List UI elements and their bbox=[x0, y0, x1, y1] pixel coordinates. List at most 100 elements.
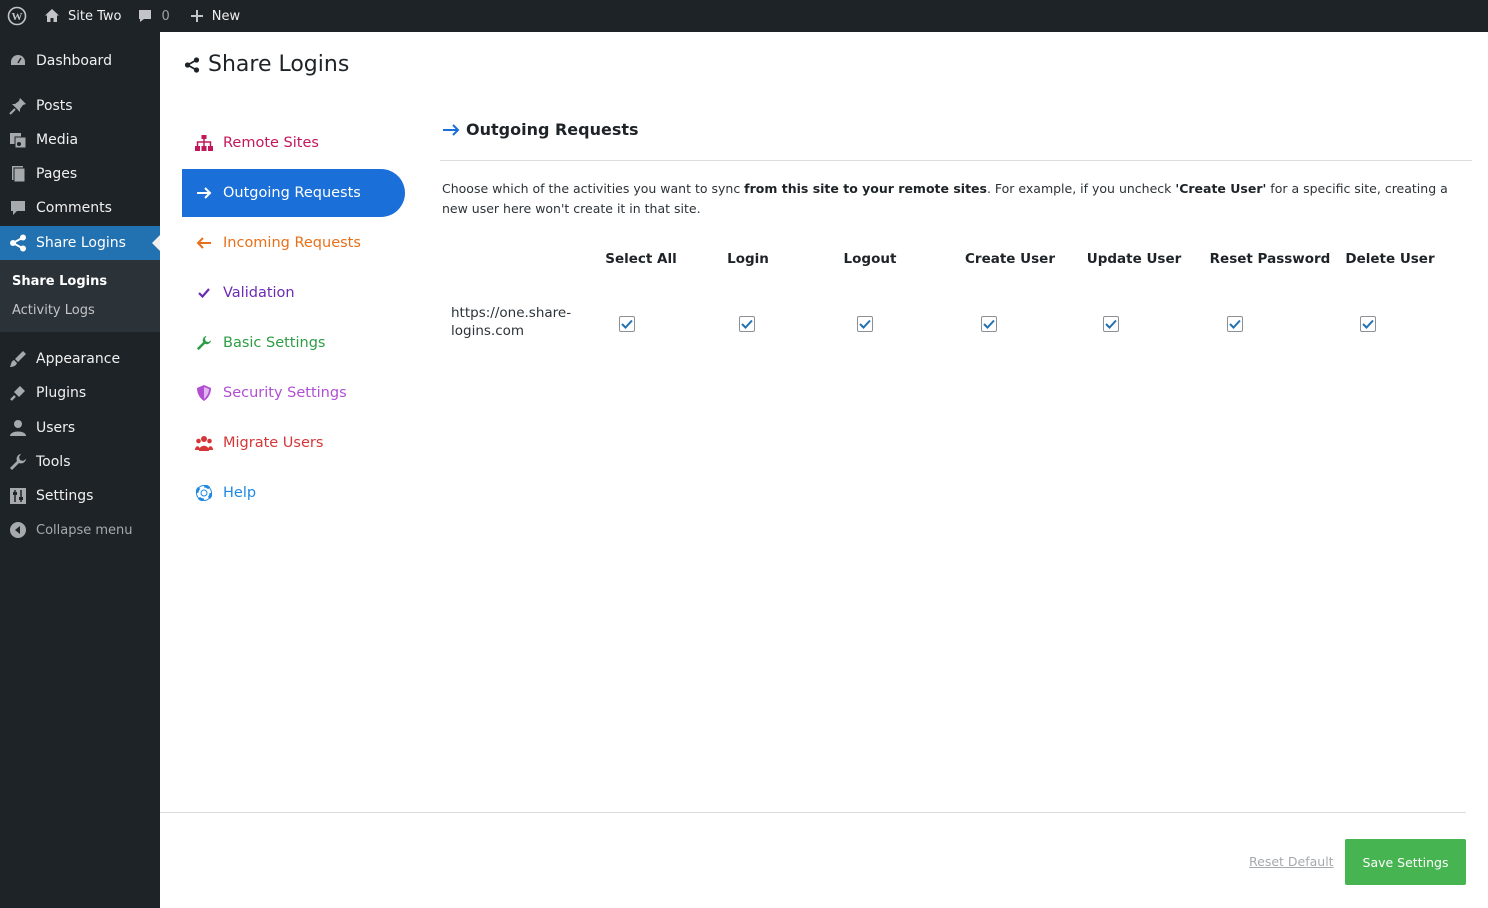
checkmark-icon bbox=[1105, 319, 1117, 329]
section-title-text: Outgoing Requests bbox=[466, 120, 639, 139]
tab-validation[interactable]: Validation bbox=[182, 269, 405, 317]
divider bbox=[440, 160, 1472, 161]
tab-security-settings[interactable]: Security Settings bbox=[182, 369, 405, 417]
wordpress-logo-icon[interactable]: W bbox=[0, 0, 34, 32]
column-header-select-all: Select All bbox=[605, 251, 677, 267]
checkmark-icon bbox=[1362, 319, 1374, 329]
wrench-icon bbox=[0, 453, 36, 471]
page-title-text: Share Logins bbox=[208, 52, 350, 77]
checkmark-icon bbox=[983, 319, 995, 329]
site-name-link[interactable]: Site Two bbox=[34, 0, 121, 32]
sidebar-item-dashboard[interactable]: Dashboard bbox=[0, 44, 160, 78]
footer-divider bbox=[160, 812, 1466, 813]
sidebar-item-appearance[interactable]: Appearance bbox=[0, 342, 160, 376]
sidebar-item-comments[interactable]: Comments bbox=[0, 191, 160, 225]
sidebar-item-label: Pages bbox=[36, 166, 78, 182]
checkbox-delete-user[interactable] bbox=[1360, 316, 1376, 332]
svg-text:W: W bbox=[12, 11, 23, 23]
arrow-left-icon bbox=[194, 236, 214, 250]
collapse-menu-label: Collapse menu bbox=[36, 522, 133, 538]
tab-help[interactable]: Help bbox=[182, 469, 405, 517]
check-icon bbox=[194, 287, 214, 299]
sidebar-item-label: Users bbox=[36, 420, 76, 436]
sidebar-item-label: Posts bbox=[36, 98, 73, 114]
media-icon bbox=[0, 131, 36, 149]
tab-label: Incoming Requests bbox=[223, 235, 361, 251]
plug-icon bbox=[0, 384, 36, 402]
remote-site-url: https://one.share-logins.com bbox=[451, 305, 572, 339]
tab-label: Help bbox=[223, 485, 257, 501]
main-content: Share Logins Remote Sites Outgoing Reque… bbox=[160, 32, 1488, 908]
sidebar-item-label: Settings bbox=[36, 488, 94, 504]
collapse-arrow-icon bbox=[0, 521, 36, 539]
sidebar-item-media[interactable]: Media bbox=[0, 123, 160, 157]
tab-incoming-requests[interactable]: Incoming Requests bbox=[182, 219, 405, 267]
description-bold-text: from this site to your remote sites bbox=[744, 181, 987, 196]
tab-label: Validation bbox=[223, 285, 295, 301]
checkbox-logout[interactable] bbox=[857, 316, 873, 332]
admin-bar: W Site Two 0 New bbox=[0, 0, 1488, 32]
submenu-item-share-logins[interactable]: Share Logins bbox=[12, 274, 107, 289]
sidebar-item-pages[interactable]: Pages bbox=[0, 157, 160, 191]
checkmark-icon bbox=[741, 319, 753, 329]
new-content-link[interactable]: New bbox=[170, 0, 240, 32]
tab-label: Migrate Users bbox=[223, 435, 324, 451]
checkbox-update-user[interactable] bbox=[1103, 316, 1119, 332]
column-header-logout: Logout bbox=[843, 251, 897, 267]
column-header-reset-password: Reset Password bbox=[1209, 251, 1331, 267]
sidebar-item-label: Share Logins bbox=[36, 235, 126, 251]
checkmark-icon bbox=[621, 319, 633, 329]
sidebar-item-users[interactable]: Users bbox=[0, 411, 160, 445]
share-icon bbox=[0, 234, 36, 252]
comments-count: 0 bbox=[161, 8, 170, 24]
column-header-update-user: Update User bbox=[1086, 251, 1182, 267]
tab-label: Security Settings bbox=[223, 385, 347, 401]
arrow-right-icon bbox=[443, 123, 460, 136]
pin-icon bbox=[0, 97, 36, 115]
tab-migrate-users[interactable]: Migrate Users bbox=[182, 419, 405, 467]
reset-default-link[interactable]: Reset Default bbox=[1249, 854, 1334, 869]
checkbox-reset-password[interactable] bbox=[1227, 316, 1243, 332]
sidebar-item-settings[interactable]: Settings bbox=[0, 479, 160, 513]
sidebar-item-label: Tools bbox=[36, 454, 71, 470]
checkbox-login[interactable] bbox=[739, 316, 755, 332]
user-icon bbox=[0, 419, 36, 437]
comments-link[interactable]: 0 bbox=[121, 0, 170, 32]
section-description: Choose which of the activities you want … bbox=[442, 179, 1462, 219]
submenu-item-activity-logs[interactable]: Activity Logs bbox=[12, 303, 95, 318]
checkbox-create-user[interactable] bbox=[981, 316, 997, 332]
tab-label: Outgoing Requests bbox=[223, 185, 361, 201]
column-header-login: Login bbox=[727, 251, 769, 267]
sidebar-item-tools[interactable]: Tools bbox=[0, 445, 160, 479]
sidebar-item-share-logins[interactable]: Share Logins bbox=[0, 226, 160, 260]
lifebuoy-icon bbox=[194, 485, 214, 501]
share-icon bbox=[184, 56, 200, 73]
tab-outgoing-requests[interactable]: Outgoing Requests bbox=[182, 169, 405, 217]
comment-icon bbox=[0, 199, 36, 217]
description-bold-text: 'Create User' bbox=[1175, 181, 1267, 196]
users-icon bbox=[194, 435, 214, 451]
home-icon bbox=[45, 9, 59, 22]
checkmark-icon bbox=[1229, 319, 1241, 329]
checkbox-select-all[interactable] bbox=[619, 316, 635, 332]
admin-sidebar: Dashboard Posts Media Pages Comments Sha… bbox=[0, 32, 160, 908]
sidebar-item-posts[interactable]: Posts bbox=[0, 89, 160, 123]
sidebar-item-plugins[interactable]: Plugins bbox=[0, 376, 160, 410]
site-name-label: Site Two bbox=[68, 8, 122, 24]
page-title: Share Logins bbox=[184, 52, 349, 77]
collapse-menu-button[interactable]: Collapse menu bbox=[0, 513, 160, 547]
new-label: New bbox=[211, 8, 241, 24]
sidebar-item-label: Plugins bbox=[36, 385, 87, 401]
description-text: . For example, if you uncheck bbox=[986, 181, 1176, 196]
description-text: Choose which of the activities you want … bbox=[442, 181, 745, 196]
tab-basic-settings[interactable]: Basic Settings bbox=[182, 319, 405, 367]
comment-icon bbox=[139, 10, 152, 22]
tab-remote-sites[interactable]: Remote Sites bbox=[182, 119, 405, 167]
sidebar-item-label: Comments bbox=[36, 200, 112, 216]
save-settings-button[interactable]: Save Settings bbox=[1345, 839, 1466, 885]
column-header-create-user: Create User bbox=[965, 251, 1055, 267]
tab-label: Basic Settings bbox=[223, 335, 326, 351]
sidebar-item-label: Dashboard bbox=[36, 53, 112, 69]
brush-icon bbox=[0, 350, 36, 368]
dashboard-icon bbox=[0, 52, 36, 70]
